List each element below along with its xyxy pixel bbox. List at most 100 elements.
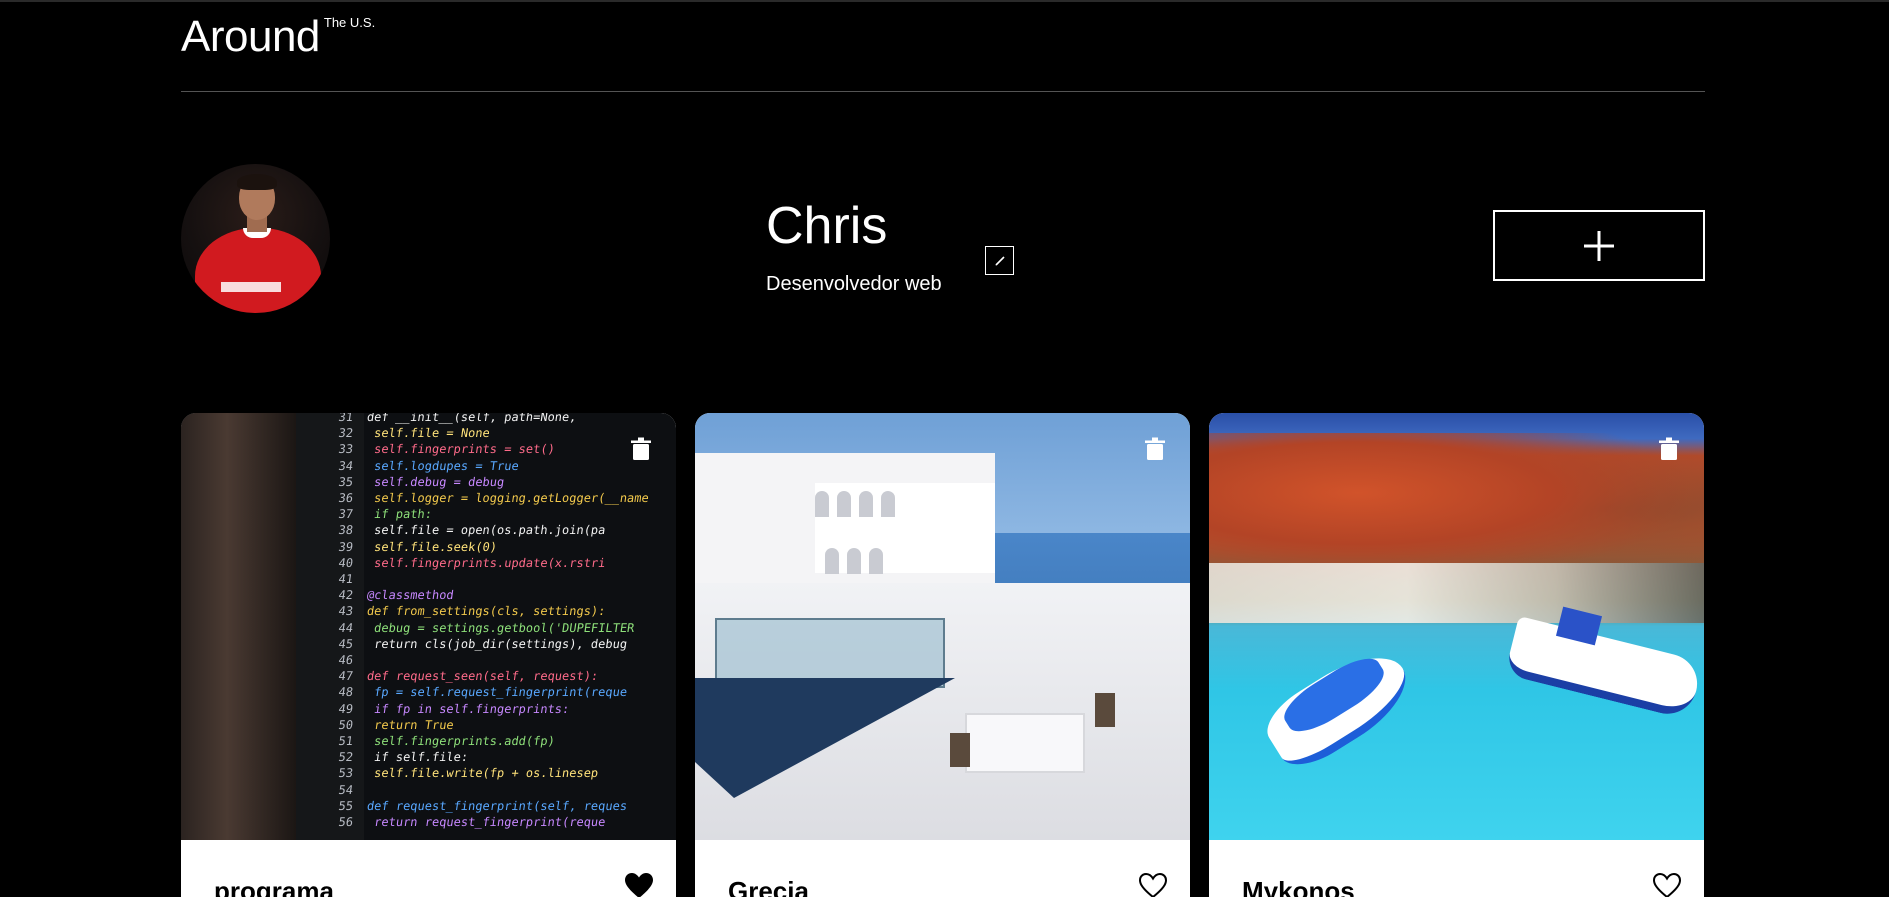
logo-text: Around bbox=[181, 12, 320, 61]
place-card: Mykonos bbox=[1209, 413, 1704, 897]
line-number: 56 bbox=[337, 815, 354, 830]
code-line: 40 self.fingerprints.update(x.rstri bbox=[300, 555, 650, 571]
line-number: 37 bbox=[337, 507, 354, 522]
heart-outline-icon bbox=[1652, 872, 1682, 897]
boat bbox=[1504, 615, 1704, 721]
code-text: self.fingerprints = set() bbox=[366, 442, 556, 457]
delete-button[interactable] bbox=[630, 437, 652, 461]
arch bbox=[815, 491, 829, 517]
line-number: 53 bbox=[337, 766, 354, 781]
rooftop-terrace bbox=[965, 713, 1085, 773]
line-number: 44 bbox=[337, 620, 354, 635]
code-text: self.file = open(os.path.join(pa bbox=[366, 523, 607, 538]
code-line: 33 self.fingerprints = set() bbox=[300, 441, 650, 457]
code-text: self.fingerprints.update(x.rstri bbox=[366, 555, 607, 570]
like-button[interactable] bbox=[624, 872, 654, 897]
code-line: 56 return request_fingerprint(reque bbox=[300, 814, 650, 830]
logo-superscript: The U.S. bbox=[323, 15, 376, 30]
code-text: fp = self.request_fingerprint(reque bbox=[366, 685, 629, 700]
code-text: self.fingerprints.add(fp) bbox=[366, 734, 556, 749]
card-image-code[interactable]: 31 def __init__(self, path=None, 32 self.f… bbox=[181, 413, 676, 840]
logo: Around The U.S. bbox=[181, 13, 375, 61]
code-text: debug = settings.getbool('DUPEFILTER bbox=[366, 620, 636, 635]
code-lines: 31 def __init__(self, path=None, 32 self.f… bbox=[300, 413, 650, 830]
line-number: 39 bbox=[337, 539, 354, 554]
arch bbox=[859, 491, 873, 517]
arch bbox=[847, 548, 861, 574]
card-image-mykonos[interactable] bbox=[1209, 413, 1704, 840]
card-footer: Mykonos bbox=[1209, 840, 1704, 897]
code-text: self.file.write(fp + os.linesep bbox=[366, 766, 600, 781]
line-number: 45 bbox=[337, 636, 354, 651]
code-line: 31 def __init__(self, path=None, bbox=[300, 413, 650, 425]
code-line: 36 self.logger = logging.getLogger(__nam… bbox=[300, 490, 650, 506]
arch bbox=[837, 491, 851, 517]
code-text: self.logdupes = True bbox=[366, 458, 520, 473]
header: Around The U.S. bbox=[181, 2, 1705, 92]
code-line: 53 self.file.write(fp + os.linesep bbox=[300, 765, 650, 781]
edit-profile-button[interactable] bbox=[985, 246, 1014, 275]
line-number: 55 bbox=[337, 798, 354, 813]
code-text: return cls(job_dir(settings), debug bbox=[366, 636, 629, 651]
code-text: self.debug = debug bbox=[366, 474, 506, 489]
profile-about: Desenvolvedor web bbox=[766, 273, 942, 295]
code-text: if self.file: bbox=[366, 750, 470, 765]
code-line: 37 if path: bbox=[300, 506, 650, 522]
code-line: 41 bbox=[300, 571, 650, 587]
profile-name: Chris bbox=[766, 197, 888, 255]
line-number: 38 bbox=[337, 523, 354, 538]
page: Around The U.S. Chris Desenvolvedor web … bbox=[0, 0, 1889, 897]
code-line: 39 self.file.seek(0) bbox=[300, 539, 650, 555]
arch bbox=[869, 548, 883, 574]
code-line: 47 def request_seen(self, request): bbox=[300, 668, 650, 684]
code-line: 43 def from_settings(cls, settings): bbox=[300, 603, 650, 619]
code-line: 44 debug = settings.getbool('DUPEFILTER bbox=[300, 620, 650, 636]
add-place-button[interactable] bbox=[1493, 210, 1705, 281]
door bbox=[950, 733, 970, 767]
line-number: 50 bbox=[337, 717, 354, 732]
code-text: return True bbox=[366, 717, 455, 732]
code-line: 34 self.logdupes = True bbox=[300, 458, 650, 474]
card-title: Grecia bbox=[728, 876, 809, 897]
card-image-greece[interactable] bbox=[695, 413, 1190, 840]
code-line: 42 @classmethod bbox=[300, 587, 650, 603]
arch bbox=[825, 548, 839, 574]
avatar[interactable] bbox=[181, 164, 330, 313]
line-number: 41 bbox=[337, 572, 354, 587]
code-text: def request_fingerprint(self, reques bbox=[366, 798, 629, 813]
harbor-town bbox=[1209, 563, 1704, 623]
code-text: if fp in self.fingerprints: bbox=[366, 701, 571, 716]
profile-info: Chris Desenvolvedor web bbox=[766, 196, 1266, 296]
line-number: 52 bbox=[337, 750, 354, 765]
like-button[interactable] bbox=[1138, 872, 1168, 897]
delete-button[interactable] bbox=[1658, 437, 1680, 461]
place-card: Grecia bbox=[695, 413, 1190, 897]
line-number: 48 bbox=[337, 685, 354, 700]
glass-railing bbox=[715, 618, 945, 688]
code-text: def request_seen(self, request): bbox=[366, 669, 600, 684]
code-line: 54 bbox=[300, 782, 650, 798]
trash-icon bbox=[1659, 437, 1679, 460]
like-button[interactable] bbox=[1652, 872, 1682, 897]
line-number: 47 bbox=[337, 669, 354, 684]
code-text: return request_fingerprint(reque bbox=[366, 815, 607, 830]
line-number: 43 bbox=[337, 604, 354, 619]
card-footer: programa bbox=[181, 840, 676, 897]
code-line: 38 self.file = open(os.path.join(pa bbox=[300, 522, 650, 538]
avatar-hair bbox=[237, 174, 277, 190]
main-container: Around The U.S. Chris Desenvolvedor web … bbox=[181, 2, 1705, 897]
code-line: 51 self.fingerprints.add(fp) bbox=[300, 733, 650, 749]
card-title: Mykonos bbox=[1242, 876, 1355, 897]
delete-button[interactable] bbox=[1144, 437, 1166, 461]
line-number: 33 bbox=[337, 442, 354, 457]
trash-icon bbox=[1145, 437, 1165, 460]
code-text: def from_settings(cls, settings): bbox=[366, 604, 607, 619]
screen-bezel bbox=[181, 413, 296, 840]
line-number: 35 bbox=[337, 474, 354, 489]
avatar-shirt bbox=[195, 228, 321, 313]
pencil-icon bbox=[994, 255, 1005, 266]
heart-outline-icon bbox=[1138, 872, 1168, 897]
